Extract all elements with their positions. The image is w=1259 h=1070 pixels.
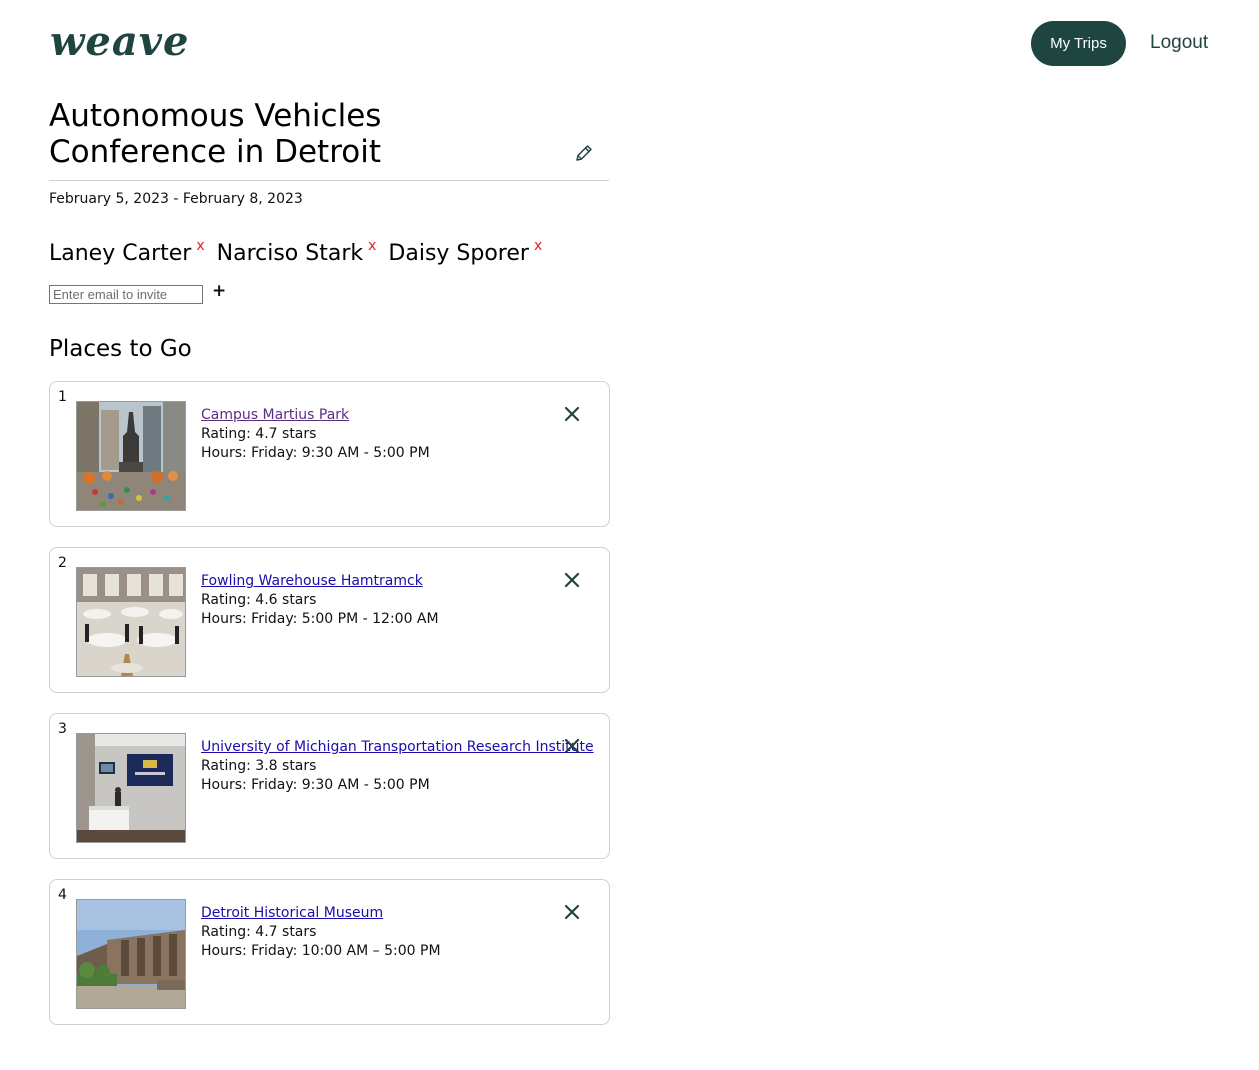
place-name-link[interactable]: Detroit Historical Museum (201, 905, 383, 921)
place-index: 4 (58, 887, 67, 903)
place-name-link[interactable]: Campus Martius Park (201, 407, 349, 423)
place-info: Fowling Warehouse Hamtramck Rating: 4.6 … (201, 572, 439, 629)
trip-title: Autonomous Vehicles Conference in Detroi… (49, 98, 382, 170)
member-chip: Narciso Stark x (217, 238, 377, 270)
place-rating: Rating: 4.7 stars (201, 426, 317, 442)
remove-member-button[interactable]: x (368, 239, 376, 253)
place-rating: Rating: 4.7 stars (201, 924, 317, 940)
place-info: University of Michigan Transportation Re… (201, 738, 594, 795)
place-name-link[interactable]: University of Michigan Transportation Re… (201, 739, 594, 755)
member-list: Laney Carter x Narciso Stark x Daisy Spo… (49, 238, 542, 270)
trip-dates: February 5, 2023 - February 8, 2023 (49, 191, 303, 207)
place-card: 2 Fowling Warehouse Hamtramck Rating: 4.… (49, 547, 610, 693)
remove-member-button[interactable]: x (534, 239, 542, 253)
place-hours: Hours: Friday: 5:00 PM - 12:00 AM (201, 611, 439, 627)
place-card: 1 Campus Martius Park Rating: 4.7 stars … (49, 381, 610, 527)
member-name: Laney Carter (49, 241, 192, 266)
place-index: 2 (58, 555, 67, 571)
member-chip: Daisy Sporer x (388, 238, 542, 270)
close-icon[interactable] (564, 738, 580, 754)
trip-page: weave My Trips Logout Autonomous Vehicle… (0, 0, 1259, 1070)
place-photo[interactable] (76, 401, 186, 511)
trip-header: Autonomous Vehicles Conference in Detroi… (49, 98, 609, 181)
place-photo[interactable] (76, 733, 186, 843)
place-card: 4 Detroit Historical Museum Rating: 4.7 … (49, 879, 610, 1025)
places-section-title: Places to Go (49, 336, 192, 362)
remove-member-button[interactable]: x (196, 239, 204, 253)
invite-row: + (49, 283, 226, 304)
place-rating: Rating: 4.6 stars (201, 592, 317, 608)
my-trips-button[interactable]: My Trips (1031, 21, 1126, 66)
place-info: Detroit Historical Museum Rating: 4.7 st… (201, 904, 441, 961)
place-hours: Hours: Friday: 9:30 AM - 5:00 PM (201, 777, 430, 793)
place-card: 3 University of Michigan Transportation … (49, 713, 610, 859)
place-hours: Hours: Friday: 9:30 AM - 5:00 PM (201, 445, 430, 461)
place-name-link[interactable]: Fowling Warehouse Hamtramck (201, 573, 423, 589)
place-rating: Rating: 3.8 stars (201, 758, 317, 774)
place-photo[interactable] (76, 567, 186, 677)
member-name: Daisy Sporer (388, 241, 529, 266)
plus-icon[interactable]: + (212, 283, 226, 300)
close-icon[interactable] (564, 572, 580, 588)
place-photo[interactable] (76, 899, 186, 1009)
place-index: 1 (58, 389, 67, 405)
place-info: Campus Martius Park Rating: 4.7 stars Ho… (201, 406, 430, 463)
weave-logo[interactable]: weave (50, 22, 190, 62)
member-name: Narciso Stark (216, 241, 364, 266)
invite-email-input[interactable] (49, 285, 203, 304)
close-icon[interactable] (564, 406, 580, 422)
pencil-icon[interactable] (574, 143, 594, 163)
place-index: 3 (58, 721, 67, 737)
logout-link[interactable]: Logout (1150, 32, 1208, 54)
close-icon[interactable] (564, 904, 580, 920)
member-chip: Laney Carter x (49, 238, 205, 270)
place-hours: Hours: Friday: 10:00 AM – 5:00 PM (201, 943, 441, 959)
